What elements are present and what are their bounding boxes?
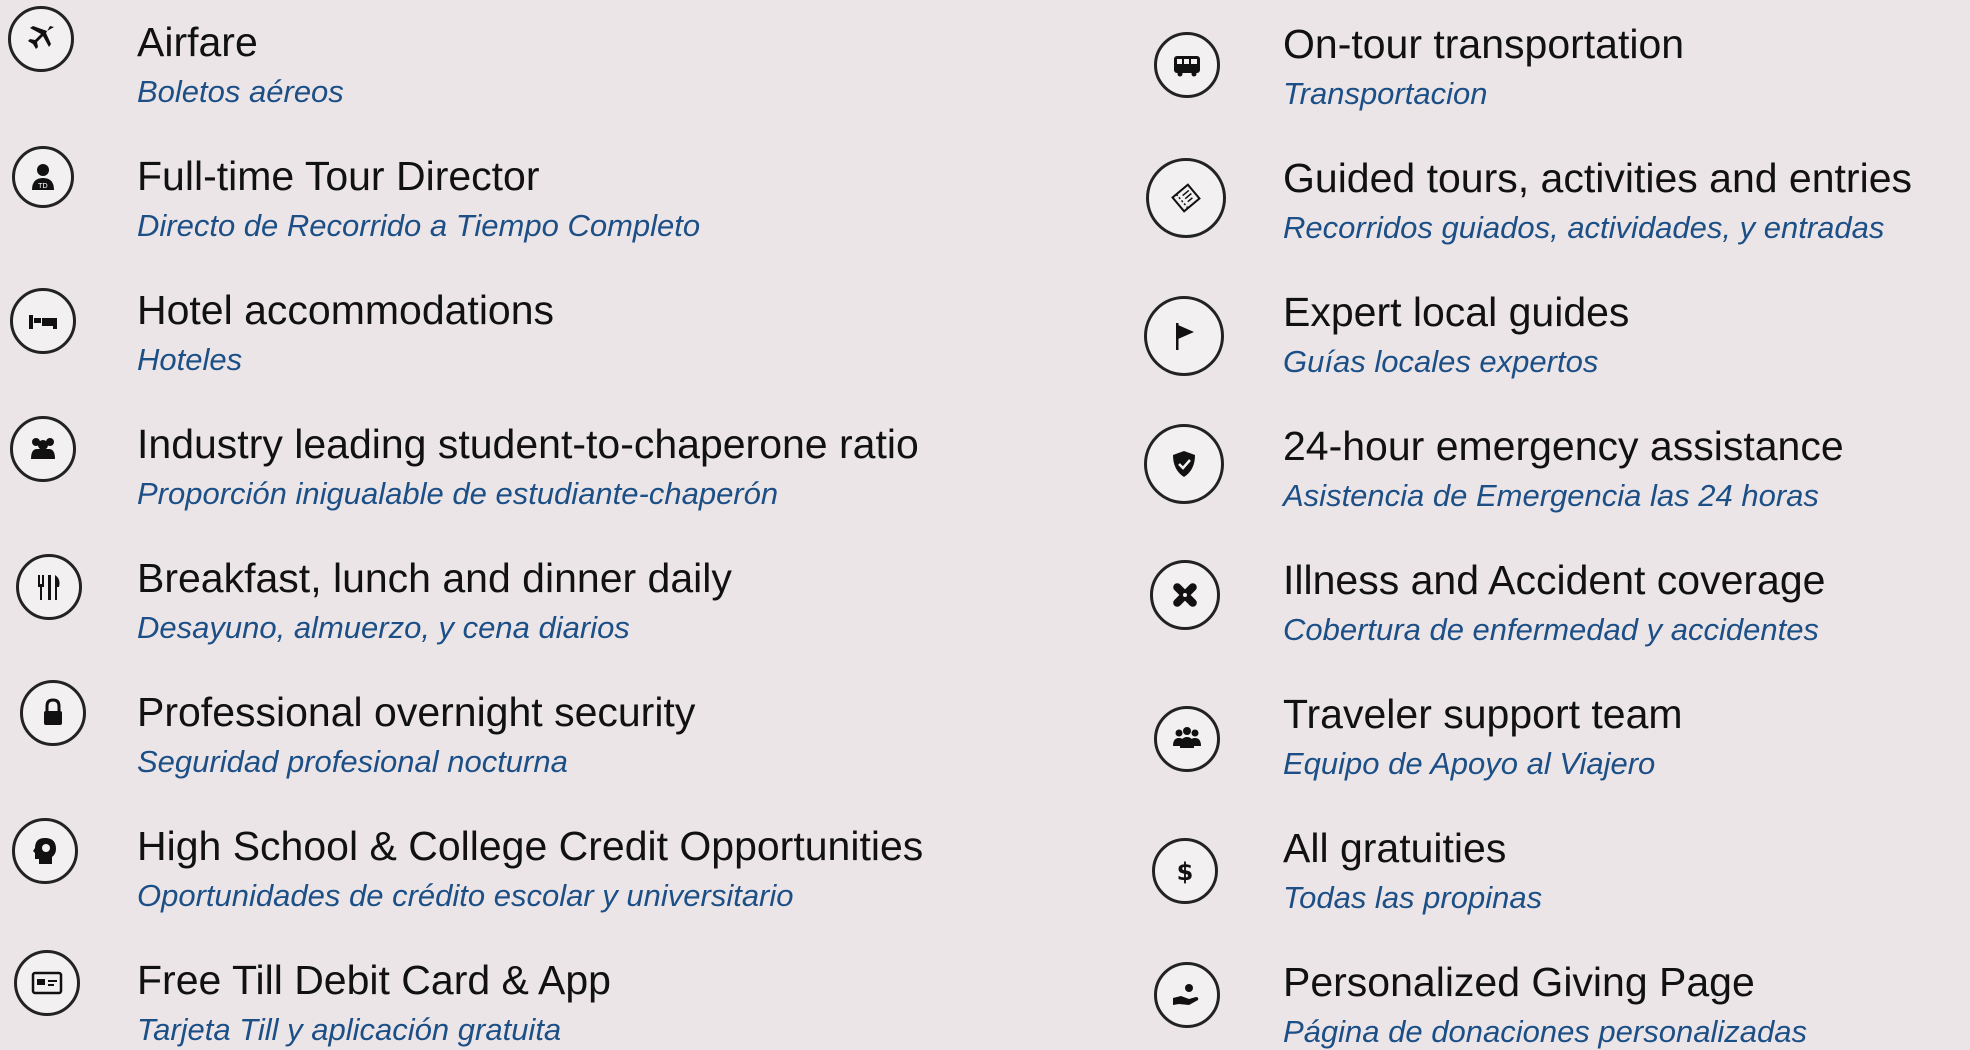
lock-icon xyxy=(20,680,86,746)
item-title: On-tour transportation xyxy=(1283,21,1685,67)
group-icon xyxy=(10,416,76,482)
list-item-transportation: On-tour transportation Transportacion xyxy=(1140,2,1970,136)
list-item-giving-page: Personalized Giving Page Página de donac… xyxy=(1140,940,1970,1050)
flag-icon xyxy=(1144,296,1224,376)
credit-card-icon xyxy=(14,950,80,1016)
tour-director-icon: TD xyxy=(12,146,74,208)
item-subtitle: Asistencia de Emergencia las 24 horas xyxy=(1283,478,1819,513)
item-title: Airfare xyxy=(137,19,258,65)
list-item-till-card: Free Till Debit Card & App Tarjeta Till … xyxy=(0,938,1130,1050)
list-item-coverage: Illness and Accident coverage Cobertura … xyxy=(1140,538,1970,672)
people-icon xyxy=(1154,706,1220,772)
item-title: All gratuities xyxy=(1283,825,1507,871)
svg-text:TD: TD xyxy=(37,182,48,190)
list-item-emergency: 24-hour emergency assistance Asistencia … xyxy=(1140,404,1970,538)
bandage-icon xyxy=(1150,560,1220,630)
item-subtitle: Desayuno, almuerzo, y cena diarios xyxy=(137,610,630,645)
shield-icon xyxy=(1144,424,1224,504)
item-title: Full-time Tour Director xyxy=(137,153,540,199)
item-subtitle: Transportacion xyxy=(1283,76,1488,111)
item-subtitle: Hoteles xyxy=(137,342,243,377)
item-subtitle: Equipo de Apoyo al Viajero xyxy=(1283,746,1656,781)
item-title: Expert local guides xyxy=(1283,289,1630,335)
dollar-icon: $ xyxy=(1152,838,1218,904)
list-item-airfare: Airfare Boletos aéreos xyxy=(0,0,1130,134)
giving-hand-icon xyxy=(1154,962,1220,1028)
item-title: Personalized Giving Page xyxy=(1283,959,1755,1005)
item-subtitle: Cobertura de enfermedad y accidentes xyxy=(1283,612,1819,647)
item-title: Free Till Debit Card & App xyxy=(137,957,611,1003)
list-item-gratuities: $ All gratuities Todas las propinas xyxy=(1140,806,1970,940)
item-subtitle: Boletos aéreos xyxy=(137,74,344,109)
item-subtitle: Guías locales expertos xyxy=(1283,344,1599,379)
item-subtitle: Tarjeta Till y aplicación gratuita xyxy=(137,1012,562,1047)
utensils-icon xyxy=(16,554,82,620)
item-subtitle: Seguridad profesional nocturna xyxy=(137,744,568,779)
list-item-support-team: Traveler support team Equipo de Apoyo al… xyxy=(1140,672,1970,806)
item-title: Traveler support team xyxy=(1283,691,1683,737)
item-subtitle: Oportunidades de crédito escolar y unive… xyxy=(137,878,794,913)
svg-text:$: $ xyxy=(1177,858,1194,886)
bed-icon xyxy=(10,288,76,354)
list-item-guided-tours: Guided tours, activities and entries Rec… xyxy=(1140,136,1970,270)
list-item-security: Professional overnight security Segurida… xyxy=(0,670,1130,804)
item-subtitle: Recorridos guiados, actividades, y entra… xyxy=(1283,210,1885,245)
item-subtitle: Todas las propinas xyxy=(1283,880,1543,915)
list-item-tour-director: TD Full-time Tour Director Directo de Re… xyxy=(0,134,1130,268)
item-title: Industry leading student-to-chaperone ra… xyxy=(137,421,919,467)
brain-icon xyxy=(12,818,78,884)
list-item-local-guides: Expert local guides Guías locales expert… xyxy=(1140,270,1970,404)
item-subtitle: Directo de Recorrido a Tiempo Completo xyxy=(137,208,701,243)
item-title: Guided tours, activities and entries xyxy=(1283,155,1912,201)
airplane-icon xyxy=(8,6,74,72)
item-subtitle: Proporción inigualable de estudiante-cha… xyxy=(137,476,779,511)
list-item-meals: Breakfast, lunch and dinner daily Desayu… xyxy=(0,536,1130,670)
item-subtitle: Página de donaciones personalizadas xyxy=(1283,1014,1807,1049)
item-title: Illness and Accident coverage xyxy=(1283,557,1826,603)
list-item-hotel: Hotel accommodations Hoteles xyxy=(0,268,1130,402)
item-title: 24-hour emergency assistance xyxy=(1283,423,1844,469)
item-title: Professional overnight security xyxy=(137,689,696,735)
ticket-icon xyxy=(1146,158,1226,238)
item-title: High School & College Credit Opportuniti… xyxy=(137,823,924,869)
item-title: Breakfast, lunch and dinner daily xyxy=(137,555,732,601)
item-title: Hotel accommodations xyxy=(137,287,555,333)
list-item-ratio: Industry leading student-to-chaperone ra… xyxy=(0,402,1130,536)
list-item-credit: High School & College Credit Opportuniti… xyxy=(0,804,1130,938)
bus-icon xyxy=(1154,32,1220,98)
